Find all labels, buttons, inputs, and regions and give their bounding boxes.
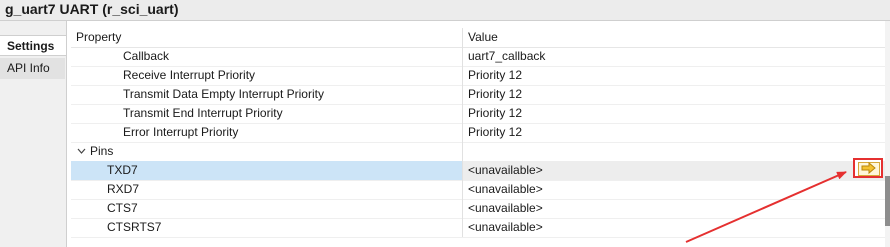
table-row-transmit-data-empty-interrupt-priority[interactable]: Transmit Data Empty Interrupt Priority P… (71, 85, 885, 105)
arrow-right-icon (861, 161, 876, 175)
side-tab-bar: Settings API Info (0, 21, 67, 247)
value-cell[interactable]: <unavailable> (462, 161, 886, 180)
table-row-rxd7[interactable]: RXD7 <unavailable> (71, 180, 885, 200)
table-row-transmit-end-interrupt-priority[interactable]: Transmit End Interrupt Priority Priority… (71, 104, 885, 124)
column-header-property: Property (76, 30, 122, 44)
property-label: CTSRTS7 (107, 220, 162, 234)
table-row-callback[interactable]: Callback uart7_callback (71, 47, 885, 67)
value-cell[interactable]: Priority 12 (462, 123, 886, 142)
value-cell[interactable]: uart7_callback (462, 47, 886, 66)
table-row-txd7[interactable]: TXD7 <unavailable> (71, 161, 886, 181)
value-cell[interactable]: Priority 12 (462, 85, 886, 104)
property-label: Callback (123, 49, 170, 63)
property-label: Transmit Data Empty Interrupt Priority (123, 87, 324, 101)
column-header-value-cell: Value (462, 28, 886, 47)
table-row-cts7[interactable]: CTS7 <unavailable> (71, 199, 885, 219)
value-cell[interactable]: <unavailable> (462, 199, 886, 218)
tab-api-info[interactable]: API Info (0, 58, 65, 79)
editor-title-bar: g_uart7 UART (r_sci_uart) (0, 0, 890, 21)
table-row-ctsrts7[interactable]: CTSRTS7 <unavailable> (71, 218, 885, 238)
property-label: Error Interrupt Priority (123, 125, 239, 139)
property-label: RXD7 (107, 182, 140, 196)
column-header-value: Value (468, 30, 498, 44)
table-header: Property Value (71, 28, 885, 48)
tab-settings[interactable]: Settings (0, 35, 66, 56)
value-cell[interactable]: <unavailable> (462, 218, 886, 237)
property-value: Priority 12 (468, 68, 523, 82)
property-label: Receive Interrupt Priority (123, 68, 256, 82)
property-value: <unavailable> (468, 163, 543, 177)
value-cell (462, 142, 886, 161)
table-row-pins-group[interactable]: Pins (71, 142, 885, 162)
table-row-receive-interrupt-priority[interactable]: Receive Interrupt Priority Priority 12 (71, 66, 885, 86)
group-label-pins: Pins (90, 144, 114, 158)
value-cell[interactable]: Priority 12 (462, 104, 886, 123)
property-value: <unavailable> (468, 201, 543, 215)
property-value: Priority 12 (468, 125, 523, 139)
navigate-to-pin-button[interactable] (853, 158, 883, 178)
property-label: CTS7 (107, 201, 138, 215)
scrollbar-thumb[interactable] (885, 176, 890, 226)
property-value: Priority 12 (468, 106, 523, 120)
chevron-down-icon[interactable] (77, 142, 86, 161)
property-value: Priority 12 (468, 87, 523, 101)
property-value: uart7_callback (468, 49, 546, 63)
property-label: Transmit End Interrupt Priority (123, 106, 283, 120)
property-value: <unavailable> (468, 182, 543, 196)
value-cell[interactable]: Priority 12 (462, 66, 886, 85)
page-title: g_uart7 UART (r_sci_uart) (5, 1, 179, 17)
table-row-error-interrupt-priority[interactable]: Error Interrupt Priority Priority 12 (71, 123, 885, 143)
property-value: <unavailable> (468, 220, 543, 234)
tab-api-info-label: API Info (7, 61, 50, 75)
tab-settings-label: Settings (7, 39, 55, 53)
property-label: TXD7 (107, 163, 138, 177)
value-cell[interactable]: <unavailable> (462, 180, 886, 199)
properties-table: Property Value Callback uart7_callback R… (71, 28, 886, 247)
vertical-scrollbar[interactable] (885, 21, 890, 247)
